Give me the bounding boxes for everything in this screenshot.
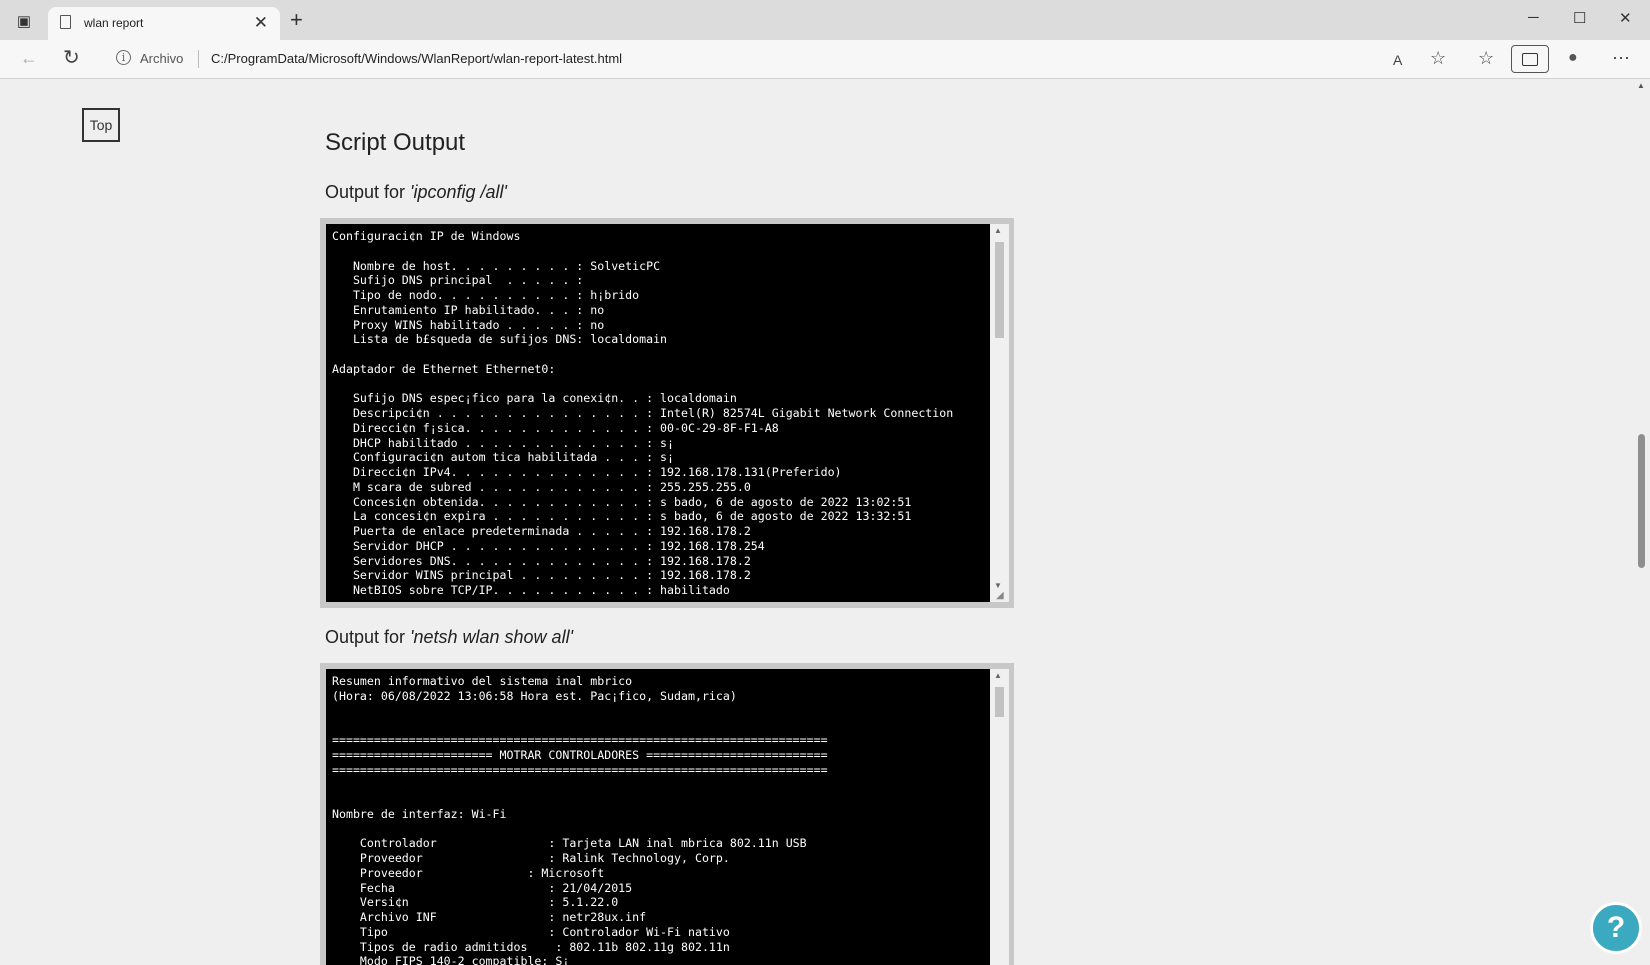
ipconfig-scrollbar[interactable]: ▲ ▼ [990, 224, 1009, 602]
more-options-icon[interactable]: ⋯ [1612, 48, 1630, 68]
section-heading-netsh: Output for 'netsh wlan show all' [325, 627, 573, 648]
refresh-icon[interactable]: ↻ [63, 48, 80, 68]
section-command: 'netsh wlan show all' [410, 627, 574, 647]
back-icon[interactable]: ← [20, 48, 38, 68]
tab-actions-icon[interactable]: ▣ [12, 10, 36, 32]
scroll-up-icon[interactable]: ▲ [994, 226, 1002, 235]
page-scroll-thumb[interactable] [1638, 434, 1645, 568]
new-tab-icon[interactable]: + [290, 9, 303, 31]
netsh-terminal: Resumen informativo del sistema inal mbr… [326, 669, 990, 965]
address-bar[interactable]: C:/ProgramData/Microsoft/Windows/WlanRep… [211, 51, 622, 66]
scroll-thumb[interactable] [995, 687, 1004, 717]
page-icon [60, 15, 71, 29]
tab-title: wlan report [84, 16, 144, 30]
browser-tab[interactable]: wlan report ✕ [48, 7, 280, 40]
section-prefix: Output for [325, 627, 411, 647]
ipconfig-output-text: Configuraci¢n IP de Windows Nombre de ho… [332, 229, 954, 597]
netsh-output-box[interactable]: Resumen informativo del sistema inal mbr… [320, 663, 1014, 965]
netsh-output-text: Resumen informativo del sistema inal mbr… [332, 674, 828, 965]
scroll-up-icon[interactable]: ▲ [994, 671, 1002, 680]
page-content: Top Script Output Output for 'ipconfig /… [0, 79, 1633, 965]
site-info-label[interactable]: Archivo [140, 51, 183, 66]
top-button[interactable]: Top [82, 108, 120, 142]
read-aloud-icon[interactable]: A [1393, 50, 1402, 70]
collections-icon[interactable] [1511, 45, 1549, 73]
close-window-icon[interactable]: ✕ [1619, 9, 1632, 27]
minimize-icon[interactable]: ─ [1528, 9, 1539, 26]
ipconfig-terminal: Configuraci¢n IP de Windows Nombre de ho… [326, 224, 990, 602]
ipconfig-output-box[interactable]: Configuraci¢n IP de Windows Nombre de ho… [320, 218, 1014, 608]
section-prefix: Output for [325, 182, 411, 202]
section-heading-ipconfig: Output for 'ipconfig /all' [325, 182, 507, 203]
add-favorite-icon[interactable]: ☆ [1430, 48, 1446, 68]
scroll-thumb[interactable] [995, 242, 1004, 338]
title-bar: ▣ wlan report ✕ + ─ ☐ ✕ [0, 0, 1650, 40]
profile-icon[interactable]: ● [1568, 48, 1578, 68]
scroll-down-icon[interactable]: ▼ [994, 581, 1002, 590]
browser-toolbar: ← ↻ i Archivo C:/ProgramData/Microsoft/W… [0, 40, 1650, 79]
page-title: Script Output [325, 129, 466, 156]
netsh-scrollbar[interactable]: ▲ [990, 669, 1009, 965]
address-separator [198, 50, 199, 68]
close-tab-icon[interactable]: ✕ [254, 13, 268, 33]
section-command: 'ipconfig /all' [410, 182, 507, 202]
page-scrollbar[interactable]: ▲ [1633, 79, 1650, 965]
maximize-icon[interactable]: ☐ [1573, 9, 1586, 27]
info-icon[interactable]: i [116, 50, 131, 65]
scroll-up-icon[interactable]: ▲ [1637, 81, 1645, 90]
resize-grip-icon[interactable]: ◢ [996, 590, 1008, 602]
favorites-icon[interactable]: ☆ [1478, 48, 1494, 68]
help-badge-icon: ? [1590, 902, 1642, 954]
